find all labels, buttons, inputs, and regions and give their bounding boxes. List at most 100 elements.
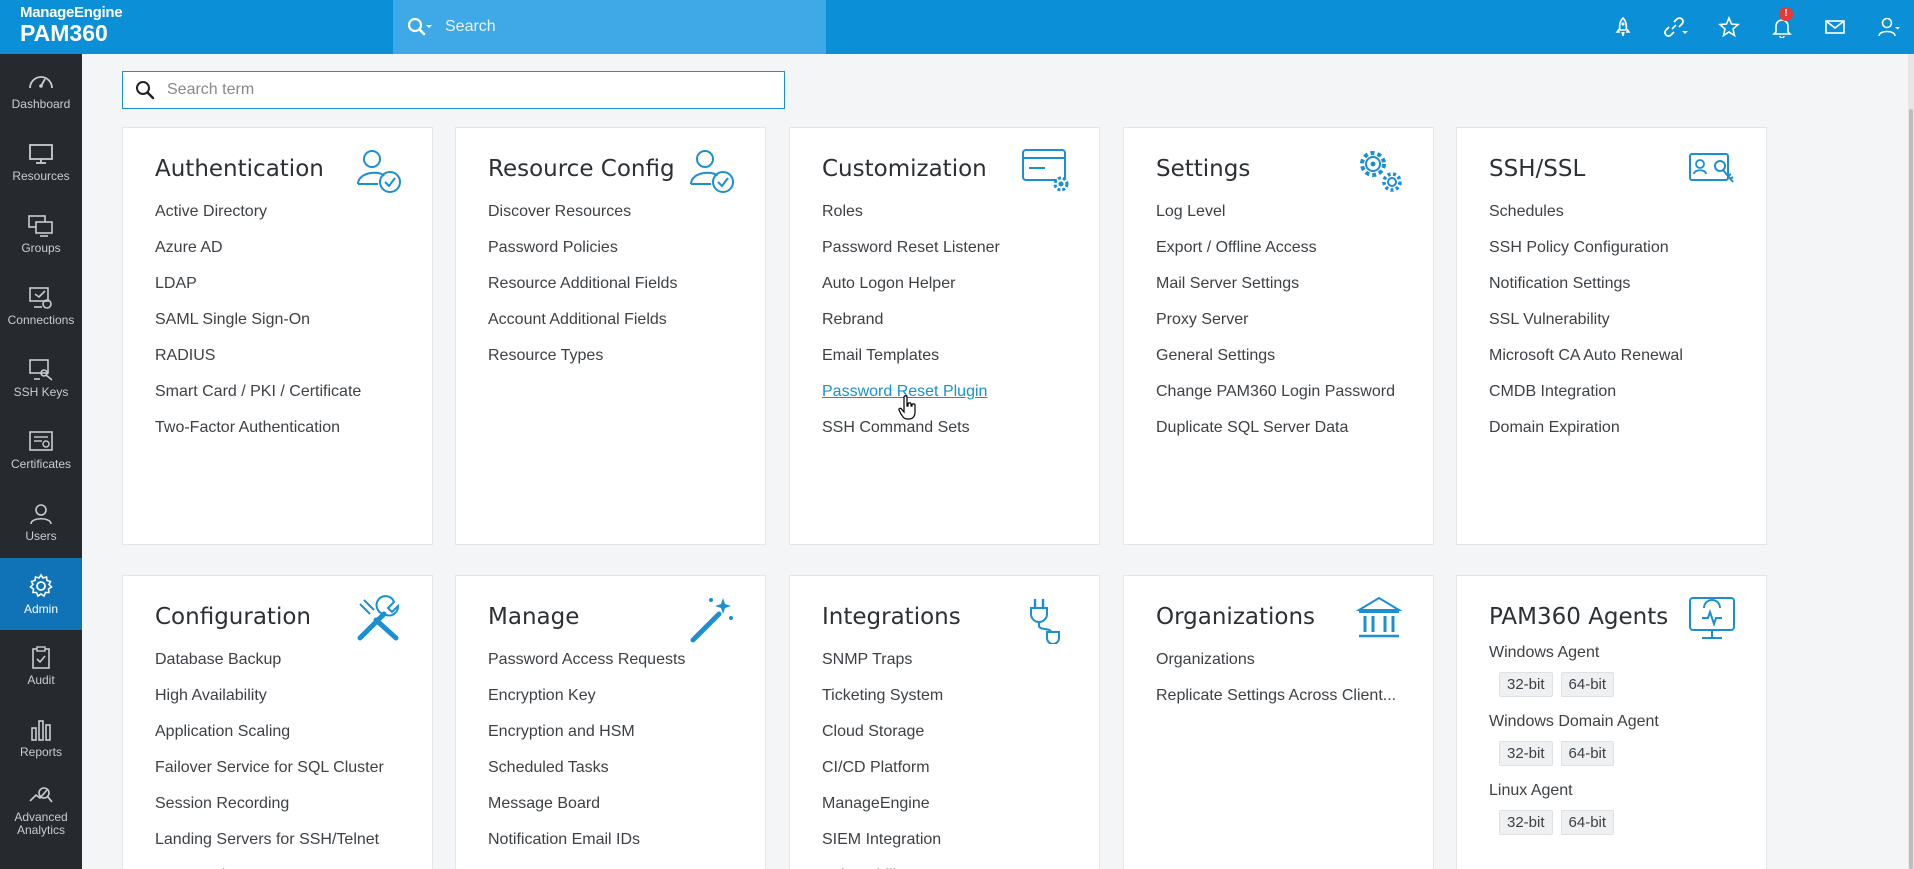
link-session-recording[interactable]: Session Recording [155, 786, 384, 822]
link-password-access-requests[interactable]: Password Access Requests [488, 642, 685, 678]
download-linux-64bit-button[interactable]: 64-bit [1560, 810, 1615, 835]
link-log-level[interactable]: Log Level [1156, 194, 1395, 230]
agent-downloads: 32-bit 64-bit [1499, 810, 1659, 835]
user-icon[interactable] [1861, 0, 1914, 54]
sidebar-item-label: Analytics [16, 823, 66, 837]
sidebar-item-connections[interactable]: Connections [0, 270, 82, 342]
link-password-policies[interactable]: Password Policies [488, 230, 677, 266]
download-linux-32bit-button[interactable]: 32-bit [1499, 810, 1553, 835]
download-windows-domain-64bit-button[interactable]: 64-bit [1560, 741, 1615, 766]
sidebar-item-ssh-keys[interactable]: SSH Keys [0, 342, 82, 414]
link-resource-types[interactable]: Resource Types [488, 338, 677, 374]
sidebar-item-users[interactable]: Users [0, 486, 82, 558]
link-cicd-platform[interactable]: CI/CD Platform [822, 750, 973, 786]
link-landing-servers[interactable]: Landing Servers for SSH/Telnet [155, 822, 384, 858]
link-organizations[interactable]: Organizations [1156, 642, 1396, 678]
search-icon[interactable] [407, 17, 433, 37]
link-ticketing-system[interactable]: Ticketing System [822, 678, 973, 714]
star-user-icon[interactable] [1702, 0, 1755, 54]
link-roles[interactable]: Roles [822, 194, 1000, 230]
global-search-placeholder[interactable]: Search [445, 18, 496, 36]
global-search[interactable]: Search [393, 0, 826, 54]
link-microsoft-ca-auto-renewal[interactable]: Microsoft CA Auto Renewal [1489, 338, 1683, 374]
sidebar-item-certificates[interactable]: Certificates [0, 414, 82, 486]
link-discover-resources[interactable]: Discover Resources [488, 194, 677, 230]
link-azure-ad[interactable]: Azure AD [155, 230, 361, 266]
admin-main: Authentication Active Directory Azure AD… [82, 54, 1908, 869]
brand-line2: PAM360 [20, 20, 108, 46]
link-duplicate-sql-data[interactable]: Duplicate SQL Server Data [1156, 410, 1395, 446]
sidebar-item-dashboard[interactable]: Dashboard [0, 54, 82, 126]
link-snmp-traps[interactable]: SNMP Traps [822, 642, 973, 678]
certificate-icon [29, 430, 53, 451]
link-resource-additional-fields[interactable]: Resource Additional Fields [488, 266, 677, 302]
agent-monitor-icon [1689, 597, 1735, 639]
card-title: Manage [488, 604, 580, 630]
link-replicate-settings[interactable]: Replicate Settings Across Client... [1156, 678, 1396, 714]
sidebar-item-resources[interactable]: Resources [0, 126, 82, 198]
link-application-scaling[interactable]: Application Scaling [155, 714, 384, 750]
id-card-key-icon [1689, 153, 1734, 183]
card-customization: Customization Roles Password Reset Liste… [789, 127, 1100, 545]
link-ssl-vulnerability[interactable]: SSL Vulnerability [1489, 302, 1683, 338]
link-scheduled-tasks[interactable]: Scheduled Tasks [488, 750, 685, 786]
agent-name-linux: Linux Agent [1489, 782, 1573, 799]
link-ssh-policy-configuration[interactable]: SSH Policy Configuration [1489, 230, 1683, 266]
link-password-management-apis[interactable]: Password Management APIs [155, 858, 384, 869]
link-auto-logon-helper[interactable]: Auto Logon Helper [822, 266, 1000, 302]
link-ldap[interactable]: LDAP [155, 266, 361, 302]
sidebar-item-label: Certificates [10, 456, 72, 471]
link-schedules[interactable]: Schedules [1489, 194, 1683, 230]
sidebar-item-advanced-analytics[interactable]: Advanced Analytics [0, 774, 82, 846]
link-saml-sso[interactable]: SAML Single Sign-On [155, 302, 361, 338]
download-windows-64bit-button[interactable]: 64-bit [1560, 672, 1615, 697]
link-encryption-and-hsm[interactable]: Encryption and HSM [488, 714, 685, 750]
link-icon[interactable] [1649, 0, 1702, 54]
link-database-backup[interactable]: Database Backup [155, 642, 384, 678]
link-notification-settings[interactable]: Notification Settings [1489, 266, 1683, 302]
link-mail-server-settings[interactable]: Mail Server Settings [1156, 266, 1395, 302]
sidebar-item-reports[interactable]: Reports [0, 702, 82, 774]
sidebar-item-label: Users [25, 528, 57, 543]
link-change-login-password[interactable]: Change PAM360 Login Password [1156, 374, 1395, 410]
sidebar-item-admin[interactable]: Admin [0, 558, 82, 630]
sidebar-item-audit[interactable]: Audit [0, 630, 82, 702]
link-email-templates[interactable]: Email Templates [822, 338, 1000, 374]
link-manageengine[interactable]: ManageEngine [822, 786, 973, 822]
link-cloud-storage[interactable]: Cloud Storage [822, 714, 973, 750]
link-message-board[interactable]: Message Board [488, 786, 685, 822]
link-smart-card[interactable]: Smart Card / PKI / Certificate [155, 374, 361, 410]
scrollbar-thumb[interactable] [1909, 109, 1913, 869]
agent-list: Windows Agent 32-bit 64-bit Windows Doma… [1489, 642, 1659, 849]
rocket-icon[interactable] [1596, 0, 1649, 54]
link-siem-integration[interactable]: SIEM Integration [822, 822, 973, 858]
group-monitor-icon [28, 214, 53, 237]
card-title: Integrations [822, 604, 961, 630]
bell-icon[interactable]: ! [1755, 0, 1808, 54]
link-rebrand[interactable]: Rebrand [822, 302, 1000, 338]
link-proxy-server[interactable]: Proxy Server [1156, 302, 1395, 338]
mail-icon[interactable] [1808, 0, 1861, 54]
sidebar-item-label: SSH Keys [13, 384, 69, 399]
download-windows-32bit-button[interactable]: 32-bit [1499, 672, 1553, 697]
link-export-offline-access[interactable]: Export / Offline Access [1156, 230, 1395, 266]
link-two-factor[interactable]: Two-Factor Authentication [155, 410, 361, 446]
admin-search-box[interactable] [122, 71, 785, 109]
link-notification-email-ids[interactable]: Notification Email IDs [488, 822, 685, 858]
link-radius[interactable]: RADIUS [155, 338, 361, 374]
sidebar-item-groups[interactable]: Groups [0, 198, 82, 270]
link-password-reset-listener[interactable]: Password Reset Listener [822, 230, 1000, 266]
link-account-additional-fields[interactable]: Account Additional Fields [488, 302, 677, 338]
link-active-directory[interactable]: Active Directory [155, 194, 361, 230]
brand-logo[interactable]: ManageEngine PAM360 [0, 0, 123, 54]
link-general-settings[interactable]: General Settings [1156, 338, 1395, 374]
link-encryption-key[interactable]: Encryption Key [488, 678, 685, 714]
link-domain-expiration[interactable]: Domain Expiration [1489, 410, 1683, 446]
link-cmdb-integration[interactable]: CMDB Integration [1489, 374, 1683, 410]
admin-search-input[interactable] [167, 73, 784, 107]
download-windows-domain-32bit-button[interactable]: 32-bit [1499, 741, 1553, 766]
link-failover-service[interactable]: Failover Service for SQL Cluster [155, 750, 384, 786]
link-high-availability[interactable]: High Availability [155, 678, 384, 714]
main-scrollbar[interactable] [1908, 54, 1914, 869]
link-vulnerability-scanner[interactable]: Vulnerability Scanner [822, 858, 973, 869]
